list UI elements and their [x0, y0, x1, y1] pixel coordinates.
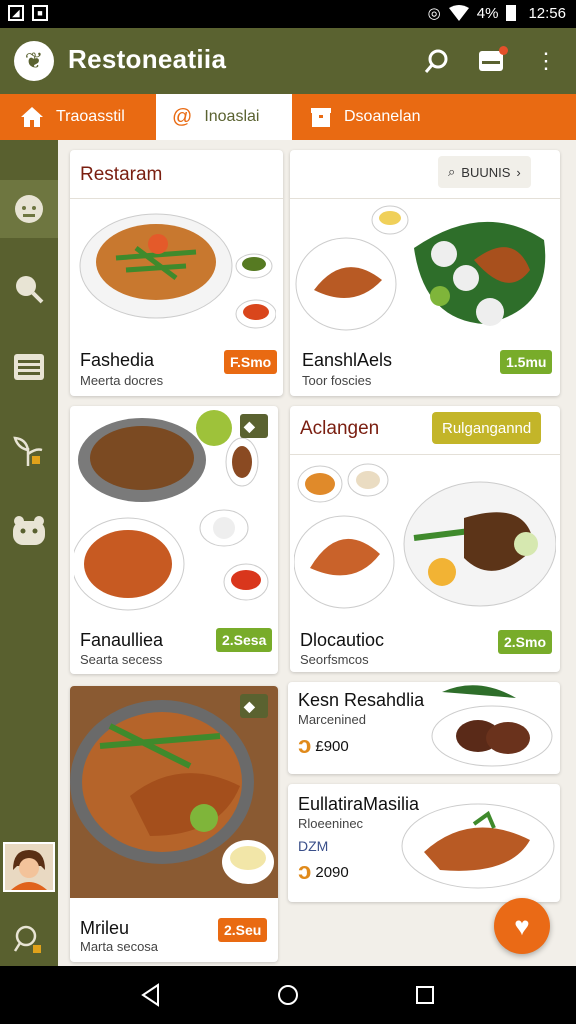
- tag-icon: ◆: [244, 698, 255, 714]
- divider: [290, 454, 560, 455]
- card-subtitle: Marta secosa: [80, 939, 159, 954]
- search-icon: ⌕: [448, 164, 456, 179]
- app-bar: ❦ Restoneatiia ⋮: [0, 28, 576, 94]
- restaurant-card[interactable]: ◆ Mrileu Marta secosa 2.Seu: [70, 686, 278, 962]
- tag-icon: ◆: [244, 418, 255, 434]
- card-header: Restaram: [80, 164, 163, 185]
- more-options-button[interactable]: ⋮: [527, 42, 565, 80]
- location-search-icon: [13, 925, 41, 953]
- restaurant-list-item[interactable]: Kesn Resahdlia Marcenined ͻ £900: [288, 682, 560, 774]
- tab-label: Inoaslai: [204, 108, 260, 125]
- price-tag-icon: ͻ: [298, 732, 312, 759]
- rating-badge: 2.Sesa: [216, 628, 273, 652]
- app-title: Restoneatiia: [68, 44, 227, 74]
- tab-home[interactable]: Traoasstil: [20, 94, 150, 140]
- sidebar-item-mascot[interactable]: [0, 502, 58, 560]
- chevron-right-icon: ›: [516, 164, 521, 180]
- wifi-icon: [448, 5, 469, 21]
- bookmark-badge[interactable]: ◆: [240, 694, 268, 718]
- sidebar-item-explore[interactable]: [0, 910, 58, 968]
- rating-badge: 1.5mu: [500, 350, 553, 374]
- card-subtitle: Rloeeninec: [298, 816, 364, 831]
- box-icon: [311, 108, 331, 127]
- gallery-notification-icon: ◢: [8, 5, 24, 21]
- card-title: Dlocautioc: [300, 630, 385, 650]
- bookmark-badge[interactable]: ◆: [240, 414, 268, 438]
- card-title: Fashedia: [80, 350, 155, 370]
- search-icon: [16, 276, 44, 304]
- card-title: Fanaulliea: [80, 630, 164, 650]
- favorite-fab-button[interactable]: ♥: [494, 898, 550, 954]
- restaurant-card[interactable]: Restaram Fashedia Meerta docres F.Smo: [70, 150, 283, 396]
- card-subtitle: Toor foscies: [302, 373, 372, 388]
- heart-icon: ♥: [514, 910, 530, 941]
- chicken-platter-image: [295, 205, 546, 331]
- system-nav-bar: [0, 966, 576, 1024]
- chip-label: BUUNIS: [461, 164, 511, 180]
- battery-percent: 4%: [476, 4, 499, 22]
- leaf-logo-icon: ❦: [14, 41, 54, 81]
- user-avatar[interactable]: [3, 842, 55, 892]
- card-subtitle: Seorfsmcos: [300, 652, 369, 667]
- menu-list-icon: [14, 354, 44, 380]
- rating-badge: 2.Seu: [218, 918, 268, 942]
- search-button[interactable]: [418, 42, 456, 80]
- rating-badge: 2.Smo: [498, 630, 553, 654]
- clock: 12:56: [528, 4, 566, 22]
- restaurant-card[interactable]: ⌕ BUUNIS › EanshlAels Toor foscies 1.5mu: [290, 150, 560, 396]
- rating-badge: F.Smo: [224, 350, 278, 374]
- distance-label: DZM: [298, 838, 329, 854]
- sidebar-item-search[interactable]: [0, 260, 58, 318]
- tab-label: Dsoanelan: [344, 108, 421, 125]
- mascot-icon: [13, 516, 45, 545]
- sidebar-item-plants[interactable]: [0, 422, 58, 480]
- data-saver-icon: ◎: [427, 5, 441, 22]
- steak-platter-image: [294, 463, 556, 609]
- card-title: Mrileu: [80, 918, 130, 938]
- card-subtitle: Searta secess: [80, 652, 163, 667]
- tab-dsoanelan[interactable]: Dsoanelan: [310, 94, 480, 140]
- card-subtitle: Marcenined: [298, 712, 366, 727]
- price-tag-icon: ͻ: [298, 858, 312, 885]
- at-icon: @: [172, 105, 193, 128]
- restaurant-card[interactable]: ◆ Fanaulliea Searta secess 2.Sesa: [70, 406, 278, 674]
- more-vertical-icon: ⋮: [535, 48, 557, 73]
- tab-bar: Traoasstil @ Inoaslai Dsoanelan: [0, 94, 576, 140]
- price: £900: [315, 737, 349, 755]
- home-button[interactable]: [275, 982, 301, 1008]
- restaurant-list-item[interactable]: EullatiraMasilia Rloeeninec DZM ͻ 2090: [288, 784, 560, 902]
- back-button[interactable]: [138, 982, 164, 1008]
- promo-chip[interactable]: Rulgangannd: [432, 412, 542, 444]
- status-bar: ◢ ■ ◎ 4% 12:56: [0, 0, 576, 28]
- sidebar-item-menu[interactable]: [0, 338, 58, 396]
- chicken-plate-image: [401, 803, 555, 889]
- price-row: ͻ 2090: [298, 858, 349, 886]
- chef-icon: [15, 195, 43, 223]
- card-title: EanshlAels: [302, 350, 393, 370]
- card-header: Aclangen: [300, 418, 380, 439]
- sidebar-item-chef[interactable]: [0, 180, 58, 238]
- home-icon: [21, 107, 43, 127]
- divider: [290, 198, 560, 199]
- curry-bowl-image: [79, 213, 276, 329]
- tab-label: Traoasstil: [56, 108, 125, 125]
- search-icon: [424, 49, 448, 73]
- restaurant-card[interactable]: Aclangen Rulgangannd Dlocautioc Seorfsmc…: [290, 406, 560, 672]
- price-row: ͻ £900: [298, 732, 349, 760]
- steak-plate-image: [431, 685, 553, 767]
- tab-inoaslai[interactable]: @ Inoaslai: [156, 94, 292, 140]
- sprout-icon: [13, 436, 43, 466]
- price: 2090: [315, 863, 349, 881]
- sidebar: [0, 140, 58, 966]
- battery-icon: [506, 5, 517, 21]
- notification-dot: [499, 46, 508, 55]
- card-title: Kesn Resahdlia: [298, 690, 425, 710]
- avatar-face-icon: [5, 844, 53, 890]
- recents-button[interactable]: [412, 982, 438, 1008]
- divider: [70, 198, 283, 199]
- app-notification-icon: ■: [32, 5, 48, 21]
- bonus-chip[interactable]: ⌕ BUUNIS ›: [438, 156, 531, 188]
- card-subtitle: Meerta docres: [80, 373, 164, 388]
- notifications-button[interactable]: [472, 42, 510, 80]
